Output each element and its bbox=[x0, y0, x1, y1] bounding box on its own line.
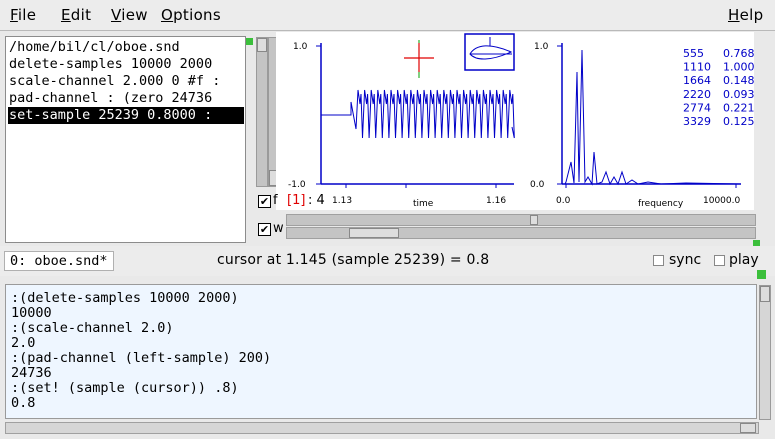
channel-tag: [1] bbox=[287, 193, 306, 208]
time-waveform bbox=[321, 89, 515, 139]
fft-peak-freq: 1664 bbox=[683, 74, 711, 87]
menu-view-mnemonic: V bbox=[111, 6, 122, 24]
time-y-top-label: 1.0 bbox=[293, 42, 308, 52]
listener-line: :(delete-samples 10000 2000) bbox=[11, 290, 239, 306]
menu-bar: File Edit View Options Help bbox=[0, 0, 775, 31]
pane-sash-handle[interactable] bbox=[246, 38, 253, 45]
play-checkbox[interactable] bbox=[714, 255, 725, 266]
fft-peak-amp: 0.768 bbox=[723, 47, 754, 60]
fft-x-left-label: 0.0 bbox=[556, 196, 571, 206]
listener-vscrollbar[interactable] bbox=[759, 285, 771, 420]
cursor-readout: cursor at 1.145 (sample 25239) = 0.8 bbox=[217, 252, 490, 268]
menu-view[interactable]: View bbox=[111, 6, 148, 24]
history-item-selected[interactable]: set-sample 25239 0.8000 : bbox=[8, 107, 244, 124]
menu-file-mnemonic: F bbox=[10, 6, 18, 24]
menu-file-label: ile bbox=[17, 6, 37, 24]
time-x-left-label: 1.13 bbox=[332, 196, 352, 206]
x-zoom-thumb[interactable] bbox=[349, 228, 399, 238]
time-y-bottom-label: -1.0 bbox=[288, 180, 306, 190]
listener-line: 0.8 bbox=[11, 395, 36, 411]
fft-toggle-checkbox[interactable]: ✔ bbox=[258, 195, 271, 208]
fft-peak-freq: 2220 bbox=[683, 88, 711, 101]
menu-options-mnemonic: O bbox=[161, 6, 174, 24]
listener-line: :(pad-channel (left-sample) 200) bbox=[11, 350, 272, 366]
wave-toggle-label: w bbox=[273, 221, 284, 236]
menu-options-label: ptions bbox=[173, 6, 221, 24]
menu-edit[interactable]: Edit bbox=[61, 6, 91, 24]
sound-file-name[interactable]: 0: oboe.snd* bbox=[4, 251, 114, 271]
sync-checkbox[interactable] bbox=[653, 255, 664, 266]
y-position-scrollbar[interactable] bbox=[256, 37, 268, 187]
fft-peak-amp: 0.093 bbox=[723, 88, 754, 101]
listener-hscrollbar[interactable] bbox=[5, 422, 759, 434]
fft-peak-amp: 0.148 bbox=[723, 74, 754, 87]
channel-number: : 4 bbox=[308, 193, 325, 208]
fft-toggle-label: f bbox=[273, 193, 278, 208]
time-x-right-label: 1.16 bbox=[486, 196, 506, 206]
fft-peak-table: 555 0.768 1110 1.000 1664 0.148 2220 0.093 2774 0… bbox=[683, 47, 755, 128]
listener-pane[interactable]: :(delete-samples 10000 2000) 10000 :(sca… bbox=[5, 284, 757, 419]
x-position-thumb[interactable] bbox=[530, 215, 538, 225]
history-item[interactable]: scale-channel 2.000 0 #f : bbox=[9, 73, 220, 90]
menu-edit-label: dit bbox=[70, 6, 92, 24]
history-item[interactable]: delete-samples 10000 2000 bbox=[9, 56, 212, 73]
edit-history-list[interactable]: /home/bil/cl/oboe.snd delete-samples 100… bbox=[5, 36, 246, 243]
menu-help[interactable]: Help bbox=[728, 6, 763, 24]
play-label: play bbox=[729, 252, 759, 268]
listener-sash-handle[interactable] bbox=[757, 270, 766, 279]
fft-peak-amp: 0.125 bbox=[723, 115, 754, 128]
menu-view-label: iew bbox=[121, 6, 148, 24]
sync-label: sync bbox=[669, 252, 702, 268]
listener-line: :(set! (sample (cursor)) .8) bbox=[11, 380, 239, 396]
fft-y-top-label: 1.0 bbox=[534, 42, 549, 52]
listener-line: :(scale-channel 2.0) bbox=[11, 320, 174, 336]
listener-vscroll-thumb[interactable] bbox=[760, 286, 770, 302]
fft-peak-amp: 1.000 bbox=[723, 61, 754, 74]
fft-peak-freq: 3329 bbox=[683, 115, 711, 128]
menu-help-label: elp bbox=[739, 6, 764, 24]
fft-y-bottom-label: 0.0 bbox=[530, 180, 545, 190]
x-position-scrollbar[interactable] bbox=[286, 214, 756, 226]
y-position-thumb[interactable] bbox=[257, 38, 267, 52]
graph-area[interactable]: 1.0 -1.0 1.13 time 1.16 1.0 0.0 0.0 freq… bbox=[276, 32, 755, 210]
history-item[interactable]: pad-channel : (zero 24736 bbox=[9, 90, 212, 107]
fft-x-right-label: 10000.0 bbox=[703, 196, 740, 206]
listener-hscroll-thumb[interactable] bbox=[740, 423, 756, 433]
fft-peak-amp: 0.221 bbox=[723, 101, 754, 114]
listener-line: 2.0 bbox=[11, 335, 36, 351]
fft-x-axis-label: frequency bbox=[638, 199, 684, 209]
x-zoom-scrollbar[interactable] bbox=[286, 227, 756, 239]
menu-options[interactable]: Options bbox=[161, 6, 221, 24]
fft-spectrum bbox=[564, 49, 742, 186]
menu-edit-mnemonic: E bbox=[61, 6, 71, 24]
menu-file[interactable]: File bbox=[10, 6, 36, 24]
fft-peak-freq: 2774 bbox=[683, 101, 711, 114]
graph-canvas: 1.0 -1.0 1.13 time 1.16 1.0 0.0 0.0 freq… bbox=[288, 33, 755, 209]
wave-toggle-checkbox[interactable]: ✔ bbox=[258, 223, 271, 236]
menu-help-mnemonic: H bbox=[728, 6, 740, 24]
history-item[interactable]: /home/bil/cl/oboe.snd bbox=[9, 39, 180, 56]
fft-peak-freq: 555 bbox=[683, 47, 704, 60]
fft-peak-freq: 1110 bbox=[683, 61, 711, 74]
status-bar: 0: oboe.snd* cursor at 1.145 (sample 252… bbox=[0, 246, 775, 276]
time-x-axis-label: time bbox=[413, 199, 434, 209]
listener-line: 10000 bbox=[11, 305, 52, 321]
listener-line: 24736 bbox=[11, 365, 52, 381]
